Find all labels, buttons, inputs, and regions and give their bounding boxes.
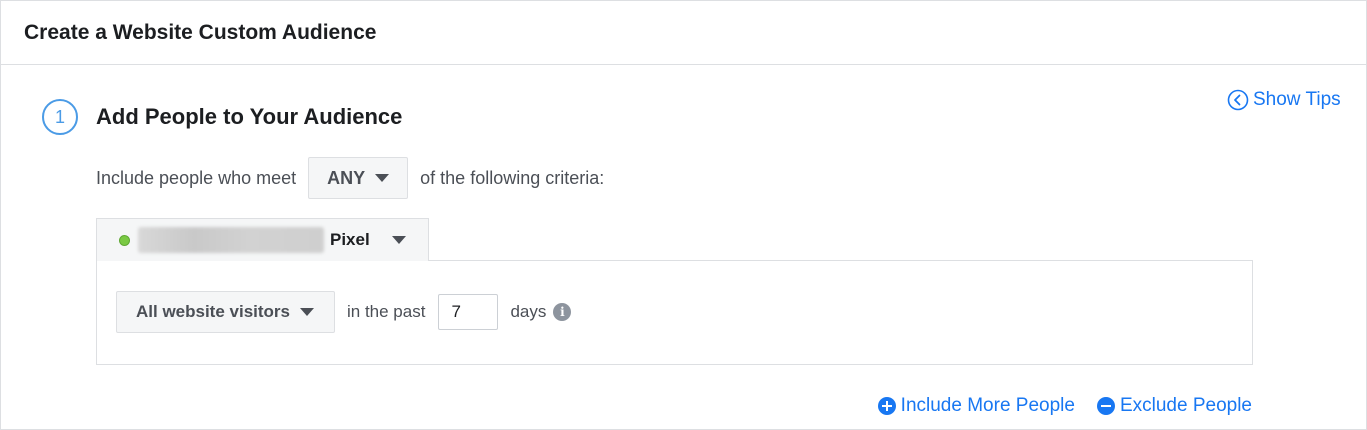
in-the-past-label: in the past [347,302,426,321]
step-number-badge: 1 [42,99,78,135]
caret-down-icon [375,174,390,182]
plus-circle-icon [877,397,896,415]
show-tips-label: Show Tips [1253,89,1341,110]
info-icon[interactable]: i [553,303,572,321]
pixel-status-dot-icon [119,234,130,246]
dialog-header: Create a Website Custom Audience [1,1,1366,65]
custom-audience-dialog: Create a Website Custom Audience Show Ti… [0,0,1367,430]
show-tips-link[interactable]: Show Tips [1227,89,1341,111]
include-more-people-label: Include More People [900,395,1075,416]
caret-down-icon [391,236,406,244]
visitor-type-dropdown[interactable]: All website visitors [116,291,335,333]
minus-circle-icon [1096,397,1115,415]
step-title: Add People to Your Audience [96,104,403,129]
visitor-type-value: All website visitors [136,302,290,321]
exclude-people-label: Exclude People [1119,395,1252,416]
match-type-value: ANY [327,167,366,188]
step-heading: 1 Add People to Your Audience [42,99,402,135]
rule-row: All website visitors in the past days i [116,291,572,333]
caret-down-icon [300,308,314,316]
match-type-dropdown[interactable]: ANY [308,157,409,199]
days-label: days [510,302,547,321]
chevron-left-circle-icon [1227,89,1249,111]
redacted-pixel-name [138,227,324,253]
audience-actions: Include More People Exclude People [877,395,1252,417]
retention-days-input[interactable] [438,294,499,330]
dialog-title: Create a Website Custom Audience [24,20,377,44]
exclude-people-link[interactable]: Exclude People [1096,395,1252,417]
criteria-prefix: Include people who meet [96,167,297,188]
pixel-selector-dropdown[interactable]: Pixel [96,218,429,261]
criteria-suffix: of the following criteria: [420,167,605,188]
criteria-row: Include people who meet ANY of the follo… [96,157,604,199]
rule-panel: All website visitors in the past days i [96,260,1253,365]
pixel-label: Pixel [330,230,370,249]
include-more-people-link[interactable]: Include More People [877,395,1075,417]
